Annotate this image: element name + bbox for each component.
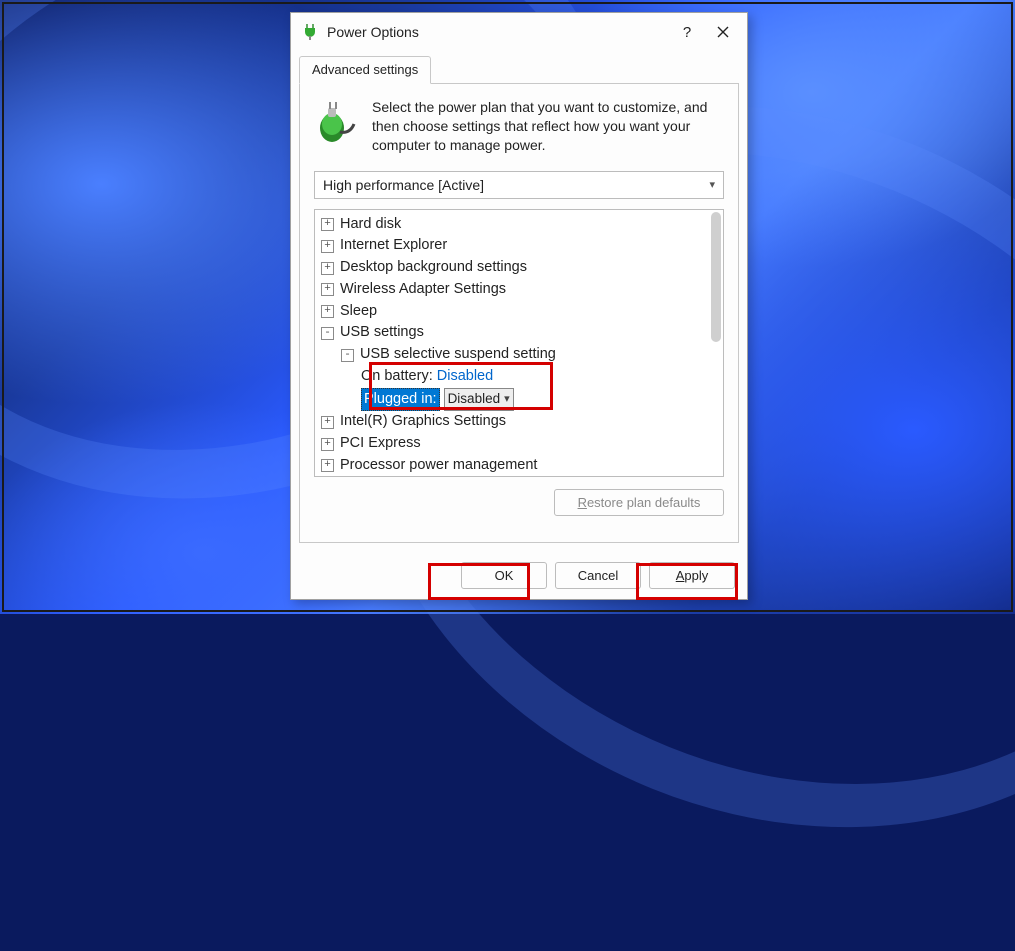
chevron-down-icon: ▾: [709, 178, 715, 191]
power-plan-select[interactable]: High performance [Active] ▾: [314, 171, 724, 199]
scrollbar-thumb[interactable]: [711, 212, 721, 342]
dropdown-value: Disabled: [448, 389, 501, 409]
expand-icon[interactable]: +: [321, 459, 334, 472]
collapse-icon[interactable]: -: [341, 349, 354, 362]
restore-row: Restore plan defaults: [310, 485, 728, 516]
expand-icon[interactable]: +: [321, 240, 334, 253]
tree-item-intel-graphics[interactable]: + Intel(R) Graphics Settings: [321, 411, 711, 433]
power-options-dialog: Power Options ? Advanced settings Select…: [290, 12, 748, 600]
expand-icon[interactable]: +: [321, 218, 334, 231]
tree-item-sleep[interactable]: + Sleep: [321, 301, 711, 323]
expand-icon[interactable]: +: [321, 438, 334, 451]
tree-item-hard-disk[interactable]: + Hard disk: [321, 214, 711, 236]
tab-label: Advanced settings: [312, 62, 418, 77]
intro-text: Select the power plan that you want to c…: [372, 98, 724, 155]
tree-item-desktop-background[interactable]: + Desktop background settings: [321, 257, 711, 279]
button-label: OK: [495, 568, 514, 583]
tree-item-plugged-in[interactable]: Plugged in: Disabled ▾: [321, 388, 711, 412]
setting-label-selected: Plugged in:: [361, 388, 440, 412]
collapse-icon[interactable]: -: [321, 327, 334, 340]
help-icon: ?: [683, 24, 691, 41]
tree-label: USB selective suspend setting: [360, 344, 556, 366]
button-label: Cancel: [578, 568, 618, 583]
titlebar[interactable]: Power Options ?: [291, 13, 747, 51]
window-title: Power Options: [327, 24, 669, 40]
power-plug-icon: [301, 23, 319, 41]
button-label: Restore plan defaults: [578, 495, 701, 510]
cancel-button[interactable]: Cancel: [555, 562, 641, 589]
tree-label: Internet Explorer: [340, 235, 447, 257]
expand-icon[interactable]: +: [321, 416, 334, 429]
chevron-down-icon: ▾: [504, 391, 510, 408]
tree-label: PCI Express: [340, 433, 421, 455]
expand-icon[interactable]: +: [321, 305, 334, 318]
tree-label: Intel(R) Graphics Settings: [340, 411, 506, 433]
tree-item-pci-express[interactable]: + PCI Express: [321, 433, 711, 455]
tree-label: Wireless Adapter Settings: [340, 279, 506, 301]
battery-plug-icon: [314, 98, 360, 144]
button-label: Apply: [676, 568, 709, 583]
help-button[interactable]: ?: [669, 17, 705, 47]
apply-button[interactable]: Apply: [649, 562, 735, 589]
tree-item-usb-selective-suspend[interactable]: -USB selective suspend setting: [321, 344, 711, 366]
tree-item-on-battery[interactable]: On battery: Disabled: [321, 366, 711, 388]
tab-strip: Advanced settings: [291, 51, 747, 83]
tree-label: Hard disk: [340, 214, 401, 236]
tree-item-internet-explorer[interactable]: + Internet Explorer: [321, 235, 711, 257]
close-icon: [717, 26, 729, 38]
settings-tree[interactable]: + Hard disk + Internet Explorer + Desktop b…: [314, 209, 724, 477]
close-button[interactable]: [705, 17, 741, 47]
plugged-in-dropdown[interactable]: Disabled ▾: [444, 388, 514, 410]
expand-icon[interactable]: +: [321, 262, 334, 275]
dialog-footer: OK Cancel Apply: [291, 551, 747, 599]
tree-label: Processor power management: [340, 455, 537, 477]
tab-content: Select the power plan that you want to c…: [299, 83, 739, 543]
tree-item-wireless-adapter[interactable]: + Wireless Adapter Settings: [321, 279, 711, 301]
power-plan-value: High performance [Active]: [323, 177, 484, 193]
tree-item-usb-settings[interactable]: -USB settings: [321, 322, 711, 344]
intro-row: Select the power plan that you want to c…: [310, 98, 728, 163]
setting-label: On battery:: [361, 366, 433, 388]
tree-label: Desktop background settings: [340, 257, 527, 279]
tab-advanced-settings[interactable]: Advanced settings: [299, 56, 431, 84]
restore-defaults-button[interactable]: Restore plan defaults: [554, 489, 724, 516]
setting-value[interactable]: Disabled: [437, 366, 493, 388]
ok-button[interactable]: OK: [461, 562, 547, 589]
expand-icon[interactable]: +: [321, 283, 334, 296]
tree-label: Sleep: [340, 301, 377, 323]
tree-item-processor-power[interactable]: + Processor power management: [321, 455, 711, 477]
tree-label: USB settings: [340, 322, 424, 344]
